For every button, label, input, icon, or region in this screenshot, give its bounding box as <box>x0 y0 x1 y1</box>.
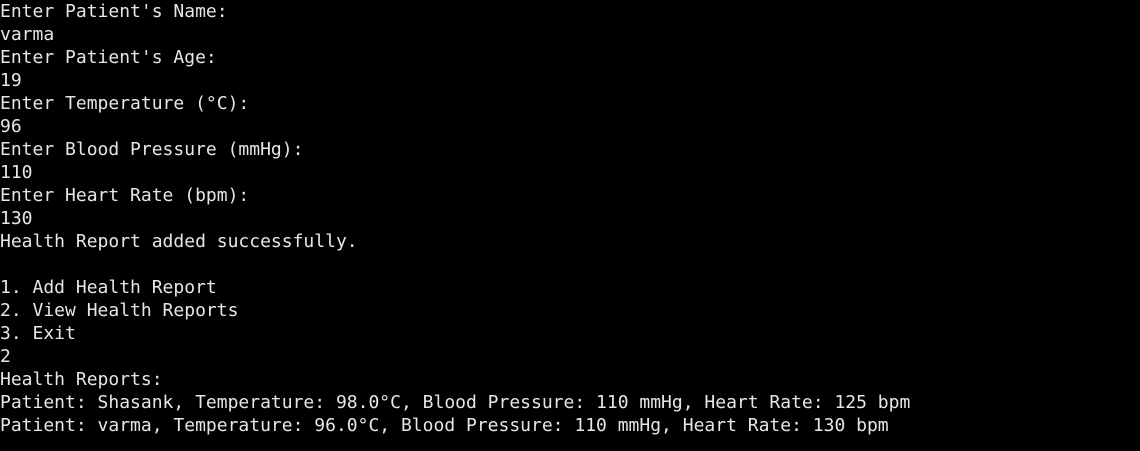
prompt-patient-age: Enter Patient's Age: <box>0 47 217 68</box>
report-row: Patient: Shasank, Temperature: 98.0°C, B… <box>0 392 911 413</box>
status-message: Health Report added successfully. <box>0 231 358 252</box>
report-row: Patient: varma, Temperature: 96.0°C, Blo… <box>0 415 889 436</box>
prompt-blood-pressure: Enter Blood Pressure (mmHg): <box>0 139 304 160</box>
input-patient-age: 19 <box>0 70 22 91</box>
menu-option-add: 1. Add Health Report <box>0 277 217 298</box>
prompt-heart-rate: Enter Heart Rate (bpm): <box>0 185 250 206</box>
input-blood-pressure: 110 <box>0 162 33 183</box>
prompt-temperature: Enter Temperature (°C): <box>0 93 250 114</box>
reports-heading: Health Reports: <box>0 369 163 390</box>
input-patient-name: varma <box>0 24 55 45</box>
menu-option-view: 2. View Health Reports <box>0 300 239 321</box>
input-temperature: 96 <box>0 116 22 137</box>
input-menu-choice: 2 <box>0 346 11 367</box>
menu-option-exit: 3. Exit <box>0 323 76 344</box>
prompt-patient-name: Enter Patient's Name: <box>0 1 228 22</box>
input-heart-rate: 130 <box>0 208 33 229</box>
terminal-window[interactable]: Enter Patient's Name: varma Enter Patien… <box>0 0 1140 451</box>
